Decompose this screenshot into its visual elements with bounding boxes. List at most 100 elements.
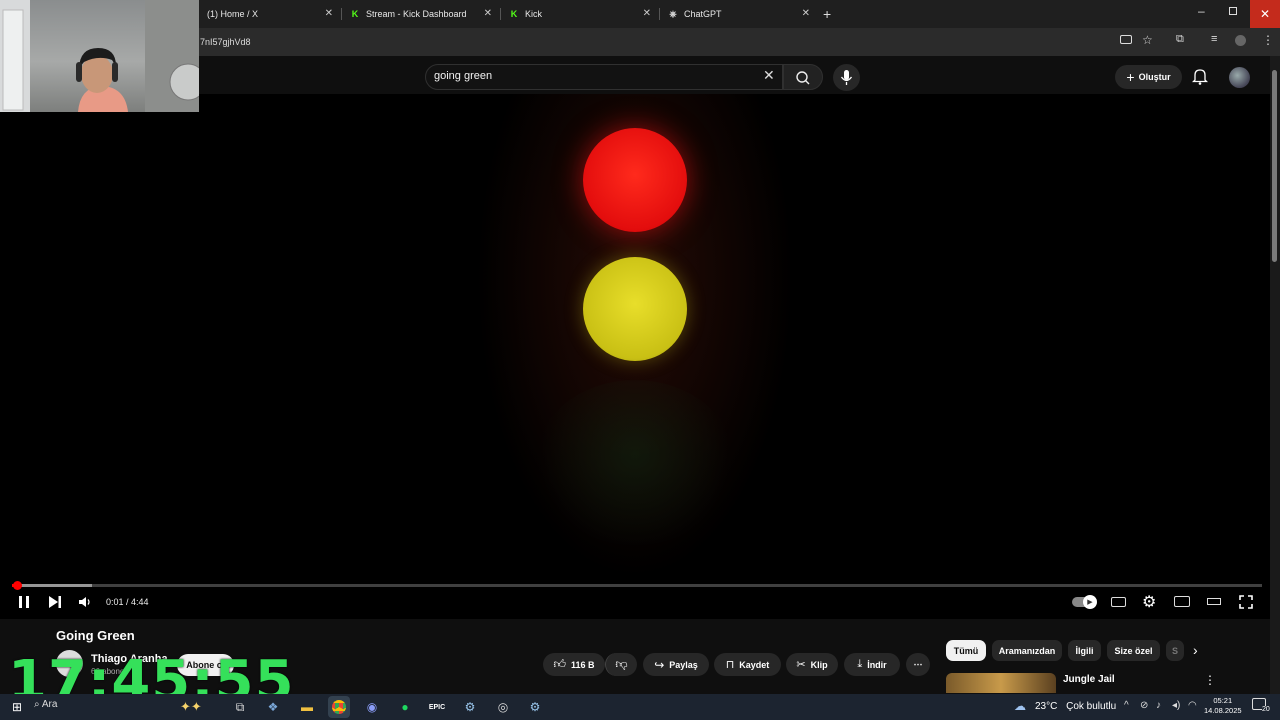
search-icon [796, 71, 810, 85]
windows-start-icon[interactable]: ⊞ [6, 696, 28, 718]
extensions-icon[interactable]: ⧉ [1176, 33, 1184, 46]
taskbar-date: 14.08.2025 [1204, 706, 1242, 715]
volume-button[interactable] [78, 596, 92, 610]
tab-label: (1) Home / X [207, 9, 259, 19]
chip-all[interactable]: Tümü [946, 640, 986, 661]
chrome-menu-icon[interactable]: ⋮ [1262, 33, 1274, 47]
progress-scrubber[interactable] [13, 581, 22, 590]
install-app-icon[interactable] [1120, 35, 1132, 44]
obs-icon[interactable]: ◎ [492, 696, 514, 718]
chatgpt-logo-icon: ⎈ [669, 8, 677, 19]
task-view-icon[interactable]: ⧉ [229, 696, 251, 718]
speaker-icon[interactable]: ◂) [1172, 700, 1180, 711]
steam-icon[interactable]: ⚙ [459, 696, 481, 718]
tab-close-icon[interactable]: ✕ [643, 8, 651, 19]
steam-alt-icon[interactable]: ⚙ [524, 696, 546, 718]
taskbar-weather[interactable]: 23°C Çok bulutlu [1035, 701, 1116, 712]
bookmark-star-icon[interactable]: ☆ [1142, 33, 1153, 47]
subtitles-icon[interactable] [1111, 597, 1126, 607]
chip-for-you[interactable]: Size özel [1107, 640, 1160, 661]
new-tab-button[interactable]: + [823, 6, 831, 22]
epic-games-icon[interactable]: EPIC [426, 696, 448, 718]
next-button[interactable] [48, 595, 62, 611]
autoplay-toggle[interactable]: ▶ [1072, 595, 1097, 609]
related-video-title[interactable]: Jungle Jail [1063, 674, 1115, 685]
search-button[interactable] [783, 64, 823, 90]
chip-related[interactable]: İlgili [1068, 640, 1101, 661]
share-label: Paylaş [669, 659, 698, 670]
clip-label: Klip [810, 659, 828, 670]
tab-close-icon[interactable]: ✕ [802, 8, 810, 19]
dislike-button[interactable]: 👎︎ [605, 653, 637, 676]
account-avatar[interactable] [1229, 67, 1250, 88]
progress-bar[interactable] [12, 584, 1262, 587]
green-traffic-light-unlit [535, 380, 735, 545]
discord-icon[interactable]: ◉ [361, 696, 383, 718]
like-button[interactable]: 👍︎ 116 B [543, 653, 605, 676]
video-title: Going Green [56, 628, 135, 643]
file-explorer-icon[interactable]: ▬ [296, 696, 318, 718]
chrome-icon[interactable] [328, 696, 350, 718]
scrollbar-thumb[interactable] [1272, 70, 1277, 262]
chip-partial[interactable]: S [1166, 640, 1184, 661]
chevron-right-icon[interactable]: › [1193, 642, 1198, 658]
notifications-button[interactable] [1191, 67, 1209, 90]
plus-icon: + [1126, 69, 1135, 85]
webcam-overlay [0, 0, 199, 112]
download-label: İndir [867, 659, 887, 670]
tab-x-home[interactable]: (1) Home / X ✕ [199, 0, 341, 28]
tab-label: Kick [525, 9, 543, 19]
tab-close-icon[interactable]: ✕ [325, 8, 333, 19]
bell-icon [1191, 69, 1209, 85]
yellow-traffic-light [583, 257, 687, 361]
tray-chevron-up-icon[interactable]: ^ [1124, 700, 1129, 711]
kick-logo-icon: K [510, 9, 518, 19]
microphone-tray-icon[interactable]: ♪ [1156, 700, 1161, 711]
clip-button[interactable]: ✂ Klip [786, 653, 838, 676]
settings-gear-icon[interactable]: ⚙ [1142, 592, 1156, 612]
url-text[interactable]: 7nI57gjhVd8 [200, 37, 251, 47]
more-horizontal-icon: ⋯ [913, 659, 923, 669]
wifi-icon[interactable]: ◠ [1188, 700, 1197, 711]
copilot-sparkle-icon[interactable]: ✦✦ [180, 699, 202, 715]
search-query[interactable]: going green [434, 70, 492, 82]
red-traffic-light [583, 128, 687, 232]
scissors-icon: ✂ [796, 659, 806, 671]
voice-search-button[interactable] [833, 64, 860, 91]
pause-icon [19, 596, 29, 608]
more-actions-button[interactable]: ⋯ [906, 653, 930, 676]
close-icon[interactable]: ✕ [1250, 0, 1280, 28]
minimize-icon[interactable]: – [1198, 4, 1205, 18]
more-vertical-icon[interactable]: ⋮ [1204, 673, 1216, 687]
related-video-thumbnail[interactable] [946, 673, 1056, 693]
next-icon [49, 596, 61, 608]
download-button[interactable]: ⤓ İndir [844, 653, 900, 676]
tab-kick-dashboard[interactable]: K Stream - Kick Dashboard ✕ [342, 0, 500, 28]
progress-buffered [17, 584, 92, 587]
save-label: Kaydet [739, 659, 770, 670]
restore-icon[interactable] [1229, 7, 1237, 15]
pause-button[interactable] [17, 595, 31, 611]
weather-cloud-icon[interactable]: ☁ [1014, 699, 1026, 713]
tab-close-icon[interactable]: ✕ [484, 8, 492, 19]
clear-search-icon[interactable]: ✕ [763, 67, 775, 84]
spotify-icon[interactable]: ● [394, 696, 416, 718]
share-button[interactable]: ↪ Paylaş [643, 653, 709, 676]
miniplayer-icon[interactable] [1174, 596, 1190, 607]
microphone-icon [840, 70, 853, 85]
search-icon: ⌕ [34, 699, 40, 710]
network-off-icon[interactable]: ⊘ [1140, 700, 1148, 711]
taskbar-clock[interactable]: 05:21 14.08.2025 [1204, 696, 1242, 716]
save-button[interactable]: ⊓ Kaydet [714, 653, 781, 676]
create-label: Oluştur [1138, 72, 1171, 82]
tab-kick[interactable]: K Kick ✕ [501, 0, 659, 28]
media-control-icon[interactable]: ≡ [1211, 33, 1217, 45]
chip-from-search[interactable]: Aramanızdan [992, 640, 1062, 661]
fullscreen-button[interactable] [1239, 595, 1253, 614]
theater-mode-icon[interactable] [1207, 598, 1221, 605]
app-icon[interactable]: ❖ [262, 696, 284, 718]
tab-chatgpt[interactable]: ⎈ ChatGPT ✕ [660, 0, 818, 28]
create-button[interactable]: + Oluştur [1115, 65, 1182, 89]
taskbar-search[interactable]: ⌕ Ara [34, 699, 57, 710]
profile-icon[interactable] [1235, 35, 1246, 46]
